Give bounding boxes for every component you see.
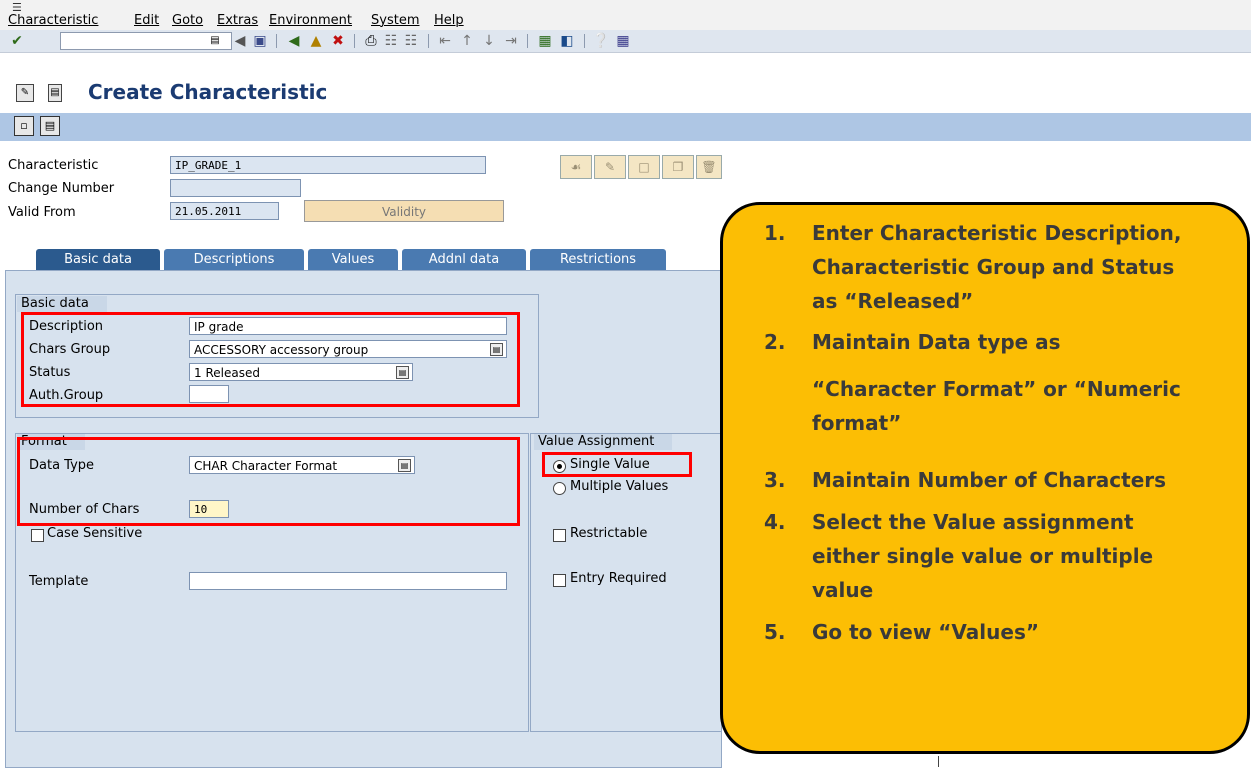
multiple-values-radio[interactable] <box>553 482 566 495</box>
tab-restrictions[interactable]: Restrictions <box>530 249 666 271</box>
menu-bar: ☰ Characteristic Edit Goto Extras Enviro… <box>0 0 1251 30</box>
case-sensitive-label: Case Sensitive <box>47 526 143 541</box>
template-label: Template <box>29 574 89 589</box>
tab-addnl-data[interactable]: Addnl data <box>402 249 526 271</box>
menu-system[interactable]: System <box>371 13 419 28</box>
print-icon[interactable]: ⎙ <box>362 32 380 50</box>
template-field[interactable] <box>189 572 507 590</box>
back-arrow-icon[interactable]: ◀ <box>231 32 249 50</box>
change-number-label: Change Number <box>8 181 115 196</box>
page-title: Create Characteristic <box>88 80 328 104</box>
new-document-icon[interactable]: □ <box>628 155 660 179</box>
step-1-line-1: Enter Characteristic Description, <box>812 221 1182 245</box>
toolbar-separator <box>354 34 355 48</box>
tab-descriptions[interactable]: Descriptions <box>164 249 304 271</box>
menu-extras[interactable]: Extras <box>217 13 258 28</box>
toolbar-separator <box>428 34 429 48</box>
table-view-icon[interactable]: ▤ <box>40 116 60 136</box>
copy-icon[interactable]: ❐ <box>662 155 694 179</box>
entry-required-label: Entry Required <box>570 571 667 586</box>
toolbar-separator <box>276 34 277 48</box>
step-4-line-1: Select the Value assignment <box>812 510 1134 534</box>
menu-environment[interactable]: Environment <box>269 13 352 28</box>
exit-icon[interactable]: ▲ <box>307 32 325 50</box>
step-5-line-1: Go to view “Values” <box>812 620 1040 644</box>
tab-basic-data[interactable]: Basic data <box>36 249 160 271</box>
step-3-number: 3. <box>764 468 786 492</box>
step-4-number: 4. <box>764 510 786 534</box>
step-3-line-1: Maintain Number of Characters <box>812 468 1167 492</box>
restrictable-label: Restrictable <box>570 526 648 541</box>
help-icon[interactable]: ❔ <box>592 32 610 50</box>
basic-data-group-title: Basic data <box>17 296 107 312</box>
menu-edit[interactable]: Edit <box>134 13 159 28</box>
delete-icon[interactable]: 🗑 <box>696 155 722 179</box>
toolbar-separator <box>584 34 585 48</box>
check-icon[interactable]: ✔ <box>8 32 26 50</box>
menu-help[interactable]: Help <box>434 13 464 28</box>
other-characteristic-icon[interactable]: ▫ <box>14 116 34 136</box>
validity-button[interactable]: Validity <box>304 200 504 222</box>
step-2-line-1: Maintain Data type as <box>812 330 1061 354</box>
step-1-number: 1. <box>764 221 786 245</box>
menu-characteristic[interactable]: Characteristic <box>8 13 98 28</box>
case-sensitive-checkbox[interactable] <box>31 529 44 542</box>
command-history-icon[interactable]: ▤ <box>206 32 224 50</box>
value-assignment-group-title: Value Assignment <box>534 434 673 450</box>
step-2-line-3: format” <box>812 411 902 435</box>
standard-toolbar: ✔ ▤ ◀ ▣ ◀ ▲ ✖ ⎙ ☷ ☷ ⇤ ↑ ↓ ⇥ ▦ ◧ ❔ ▦ <box>0 30 1251 53</box>
valid-from-field[interactable]: 21.05.2011 <box>170 202 279 220</box>
where-used-icon[interactable]: ☙ <box>560 155 592 179</box>
next-page-icon[interactable]: ↓ <box>480 32 498 50</box>
step-5-number: 5. <box>764 620 786 644</box>
step-2-line-2: “Character Format” or “Numeric <box>812 377 1181 401</box>
first-page-icon[interactable]: ⇤ <box>436 32 454 50</box>
panel-divider <box>938 756 939 767</box>
previous-page-icon[interactable]: ↑ <box>458 32 476 50</box>
menu-list-icon[interactable]: ▤ <box>48 84 62 102</box>
step-1-line-3: as “Released” <box>812 289 974 313</box>
change-number-field[interactable] <box>170 179 301 197</box>
step-4-line-2: either single value or multiple <box>812 544 1154 568</box>
last-page-icon[interactable]: ⇥ <box>502 32 520 50</box>
multiple-values-label: Multiple Values <box>570 479 669 494</box>
pencil-icon[interactable]: ✎ <box>594 155 626 179</box>
characteristic-label: Characteristic <box>8 158 99 173</box>
step-4-line-3: value <box>812 578 874 602</box>
cancel-icon[interactable]: ✖ <box>329 32 347 50</box>
menu-goto[interactable]: Goto <box>172 13 203 28</box>
toolbar-separator <box>527 34 528 48</box>
customize-layout-icon[interactable]: ▦ <box>614 32 632 50</box>
highlight-format <box>17 437 520 526</box>
display-change-icon[interactable]: ✎ <box>16 84 34 102</box>
highlight-single-value <box>542 452 692 477</box>
highlight-basic-data <box>21 312 520 407</box>
find-icon[interactable]: ☷ <box>382 32 400 50</box>
new-session-icon[interactable]: ▦ <box>536 32 554 50</box>
find-next-icon[interactable]: ☷ <box>402 32 420 50</box>
shortcut-icon[interactable]: ◧ <box>558 32 576 50</box>
valid-from-label: Valid From <box>8 205 76 220</box>
step-1-line-2: Characteristic Group and Status <box>812 255 1175 279</box>
tab-values[interactable]: Values <box>308 249 398 271</box>
save-icon[interactable]: ▣ <box>251 32 269 50</box>
step-2-number: 2. <box>764 330 786 354</box>
entry-required-checkbox[interactable] <box>553 574 566 587</box>
restrictable-checkbox[interactable] <box>553 529 566 542</box>
application-toolbar <box>0 113 1251 141</box>
back-icon[interactable]: ◀ <box>285 32 303 50</box>
characteristic-field: IP_GRADE_1 <box>170 156 486 174</box>
